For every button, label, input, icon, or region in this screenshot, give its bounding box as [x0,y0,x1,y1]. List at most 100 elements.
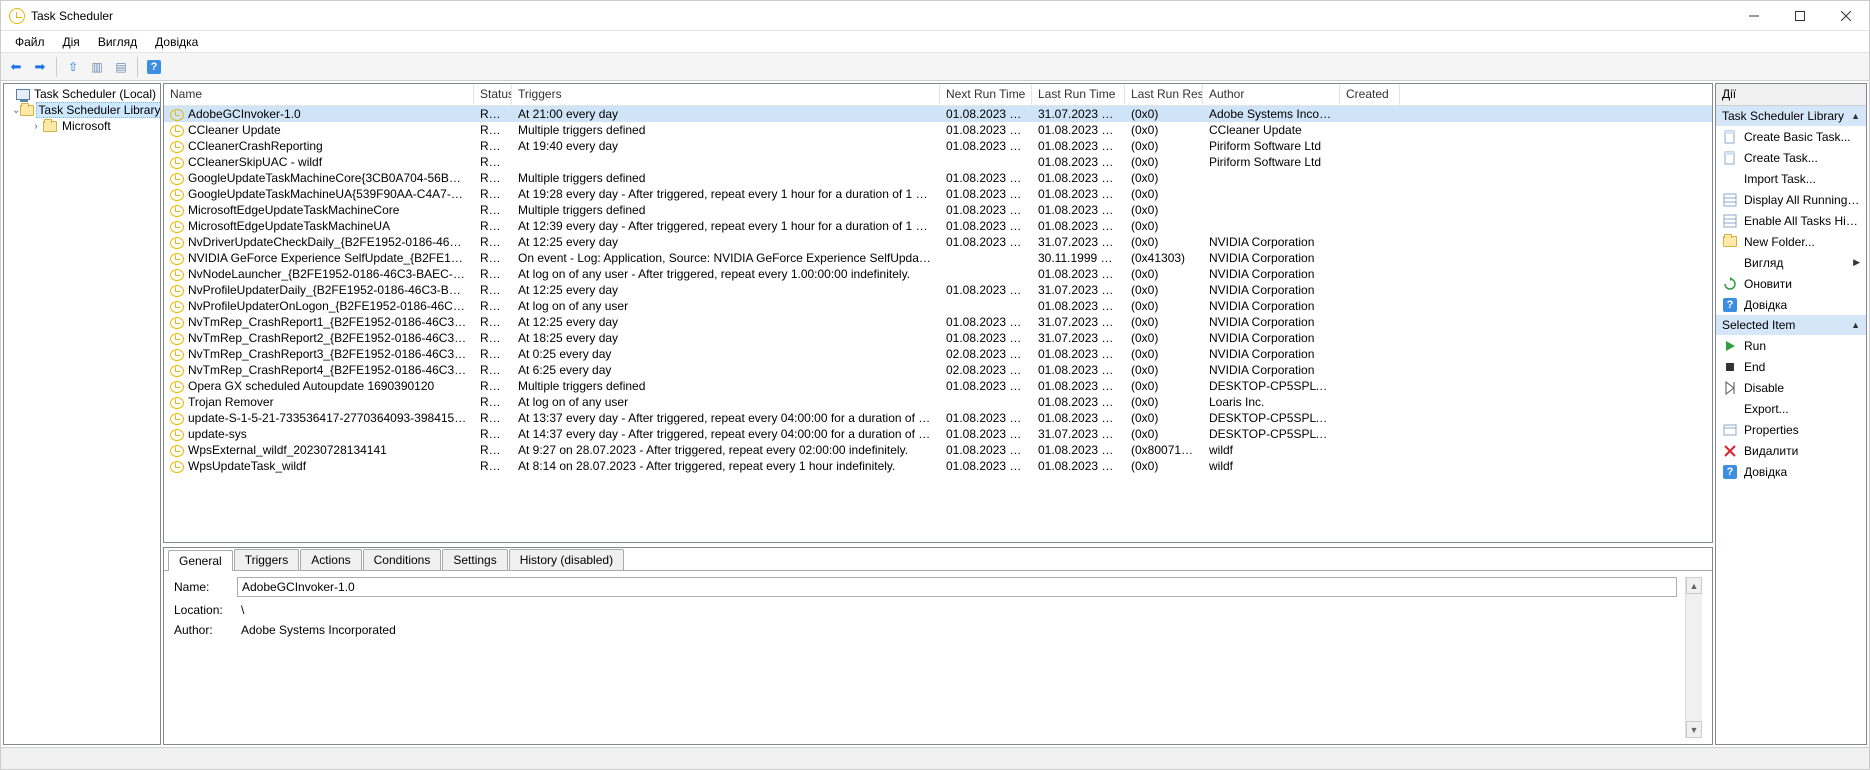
task-row[interactable]: WpsExternal_wildf_20230728134141ReadyAt … [164,442,1712,458]
tab-triggers[interactable]: Triggers [234,549,300,570]
panel-toggle-1[interactable] [86,56,108,78]
task-triggers: At 14:37 every day - After triggered, re… [512,427,940,441]
expander-icon[interactable]: › [30,121,42,132]
task-icon [170,269,184,281]
task-result: (0x0) [1125,235,1203,249]
task-row[interactable]: NvProfileUpdaterDaily_{B2FE1952-0186-46C… [164,282,1712,298]
task-row[interactable]: CCleanerCrashReportingReadyAt 19:40 ever… [164,138,1712,154]
action-item[interactable]: Довідка [1716,294,1866,315]
expander-icon[interactable]: ⌄ [12,105,20,116]
task-row[interactable]: MicrosoftEdgeUpdateTaskMachineCoreReadyM… [164,202,1712,218]
task-icon [170,429,184,441]
action-item[interactable]: Create Task... [1716,147,1866,168]
task-last: 01.08.2023 12:13:56 [1032,299,1125,313]
task-icon [170,189,184,201]
task-row[interactable]: Trojan RemoverReadyAt log on of any user… [164,394,1712,410]
tree-microsoft[interactable]: › Microsoft [4,118,160,134]
tab-history[interactable]: History (disabled) [509,549,624,570]
action-item[interactable]: Export... [1716,398,1866,419]
action-item[interactable]: Disable [1716,377,1866,398]
tab-settings[interactable]: Settings [442,549,507,570]
task-icon [170,461,184,473]
task-row[interactable]: NvTmRep_CrashReport3_{B2FE1952-0186-46C3… [164,346,1712,362]
task-row[interactable]: CCleaner UpdateReadyMultiple triggers de… [164,122,1712,138]
action-item[interactable]: Run [1716,335,1866,356]
label-location: Location: [174,603,229,617]
task-row[interactable]: NvTmRep_CrashReport4_{B2FE1952-0186-46C3… [164,362,1712,378]
col-status[interactable]: Status [474,84,512,105]
task-name: AdobeGCInvoker-1.0 [188,107,301,121]
action-item[interactable]: Properties [1716,419,1866,440]
action-item[interactable]: Display All Running Ta... [1716,189,1866,210]
action-item[interactable]: Оновити [1716,273,1866,294]
menu-help[interactable]: Довідка [147,33,206,51]
minimize-button[interactable] [1731,1,1777,31]
task-author: NVIDIA Corporation [1203,283,1340,297]
task-row[interactable]: WpsUpdateTask_wildfReadyAt 8:14 on 28.07… [164,458,1712,474]
up-button[interactable] [62,56,84,78]
tab-general[interactable]: General [168,550,233,571]
task-row[interactable]: NvDriverUpdateCheckDaily_{B2FE1952-0186-… [164,234,1712,250]
details-scrollbar[interactable]: ▲ ▼ [1685,577,1702,738]
folder-icon [42,118,58,134]
col-name[interactable]: Name [164,84,474,105]
task-triggers: At 6:25 every day [512,363,940,377]
scroll-down-button[interactable]: ▼ [1686,721,1702,738]
task-result: (0x0) [1125,283,1203,297]
forward-button[interactable] [29,56,51,78]
col-last[interactable]: Last Run Time [1032,84,1125,105]
task-body[interactable]: AdobeGCInvoker-1.0ReadyAt 21:00 every da… [164,106,1712,542]
folder-icon [1722,234,1738,250]
tab-conditions[interactable]: Conditions [363,549,442,570]
help-button[interactable] [143,56,165,78]
task-row[interactable]: NvTmRep_CrashReport1_{B2FE1952-0186-46C3… [164,314,1712,330]
task-row[interactable]: AdobeGCInvoker-1.0ReadyAt 21:00 every da… [164,106,1712,122]
task-row[interactable]: NvProfileUpdaterOnLogon_{B2FE1952-0186-4… [164,298,1712,314]
task-row[interactable]: NvNodeLauncher_{B2FE1952-0186-46C3-BAEC-… [164,266,1712,282]
actions-group-selected[interactable]: Selected Item ▲ [1716,315,1866,335]
tree-library[interactable]: ⌄ Task Scheduler Library [4,102,160,118]
action-item[interactable]: New Folder... [1716,231,1866,252]
menu-view[interactable]: Вигляд [90,33,145,51]
task-row[interactable]: GoogleUpdateTaskMachineUA{539F90AA-C4A7-… [164,186,1712,202]
action-item[interactable]: Create Basic Task... [1716,126,1866,147]
close-button[interactable] [1823,1,1869,31]
task-author: wildf [1203,443,1340,457]
tree-root[interactable]: Task Scheduler (Local) [4,86,160,102]
task-author: NVIDIA Corporation [1203,315,1340,329]
menu-action[interactable]: Дія [55,33,88,51]
col-triggers[interactable]: Triggers [512,84,940,105]
task-row[interactable]: update-S-1-5-21-733536417-2770364093-398… [164,410,1712,426]
task-row[interactable]: CCleanerSkipUAC - wildfReady01.08.2023 1… [164,154,1712,170]
col-next[interactable]: Next Run Time [940,84,1032,105]
window-title-text: Task Scheduler [31,9,113,23]
col-result[interactable]: Last Run Result [1125,84,1203,105]
task-row[interactable]: GoogleUpdateTaskMachineCore{3CB0A704-56B… [164,170,1712,186]
action-item[interactable]: Import Task... [1716,168,1866,189]
task-row[interactable]: NVIDIA GeForce Experience SelfUpdate_{B2… [164,250,1712,266]
actions-group-library[interactable]: Task Scheduler Library ▲ [1716,106,1866,126]
col-author[interactable]: Author [1203,84,1340,105]
actions-panel: Дії Task Scheduler Library ▲ Create Basi… [1715,83,1867,745]
task-author: NVIDIA Corporation [1203,347,1340,361]
menu-file[interactable]: Файл [7,33,53,51]
tree-panel[interactable]: Task Scheduler (Local) ⌄ Task Scheduler … [3,83,161,745]
input-name[interactable] [237,577,1677,597]
task-row[interactable]: MicrosoftEdgeUpdateTaskMachineUAReadyAt … [164,218,1712,234]
action-item[interactable]: Видалити [1716,440,1866,461]
action-item[interactable]: Enable All Tasks History [1716,210,1866,231]
action-item[interactable]: End [1716,356,1866,377]
action-label: New Folder... [1744,235,1860,249]
action-item[interactable]: Довідка [1716,461,1866,482]
task-row[interactable]: NvTmRep_CrashReport2_{B2FE1952-0186-46C3… [164,330,1712,346]
action-item[interactable]: Вигляд▶ [1716,252,1866,273]
task-status: Ready [474,171,512,185]
maximize-button[interactable] [1777,1,1823,31]
scroll-up-button[interactable]: ▲ [1686,577,1702,594]
back-button[interactable] [5,56,27,78]
task-row[interactable]: update-sysReadyAt 14:37 every day - Afte… [164,426,1712,442]
tab-actions[interactable]: Actions [300,549,361,570]
col-created[interactable]: Created [1340,84,1400,105]
task-row[interactable]: Opera GX scheduled Autoupdate 1690390120… [164,378,1712,394]
panel-toggle-2[interactable] [110,56,132,78]
